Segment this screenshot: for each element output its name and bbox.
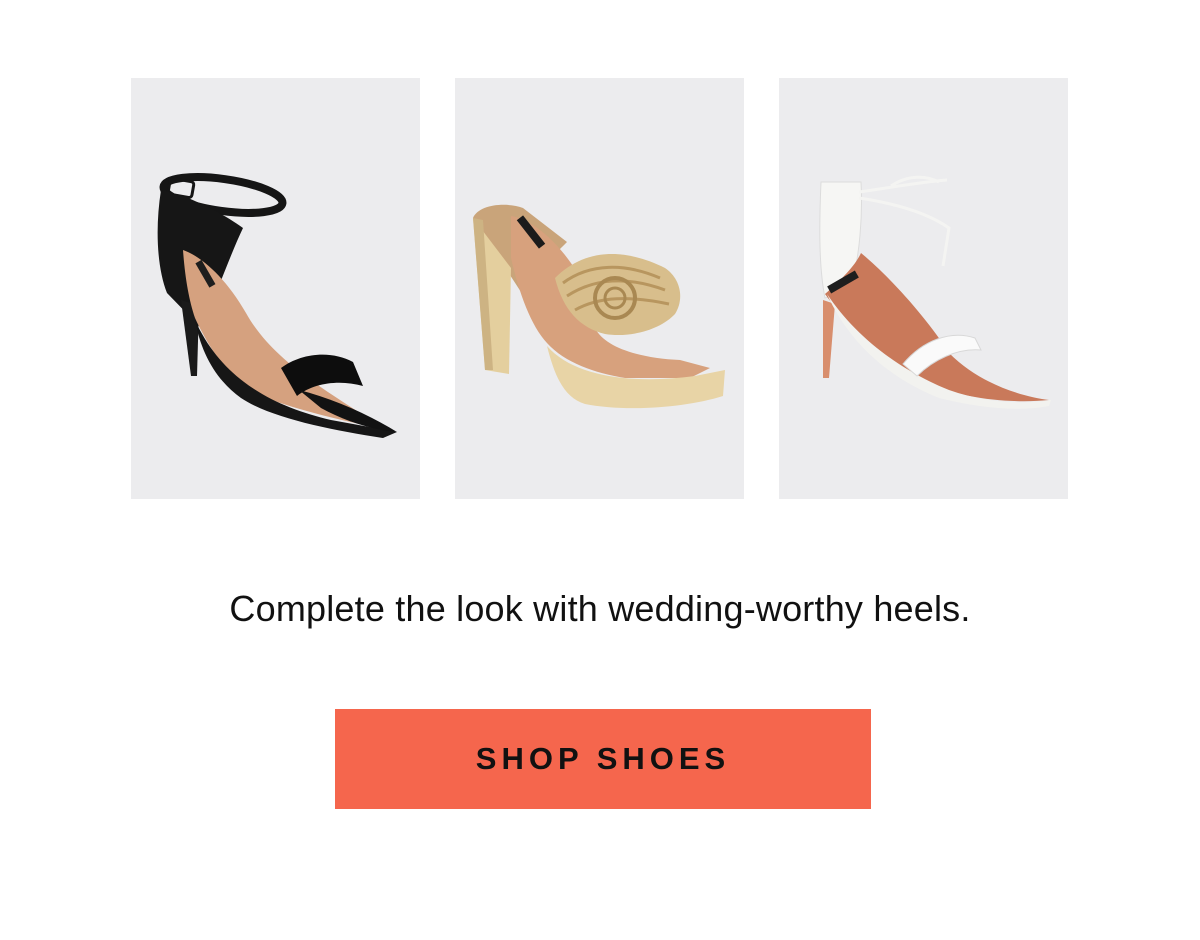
- product-image-black-heel[interactable]: [131, 78, 420, 499]
- product-grid: [131, 78, 1068, 499]
- tagline: Complete the look with wedding-worthy he…: [229, 588, 971, 629]
- white-heel-sandal-image: [819, 175, 1051, 409]
- product-image-gold-heel[interactable]: [455, 78, 744, 499]
- shop-shoes-button[interactable]: SHOP SHOES: [335, 709, 871, 809]
- gold-platform-sandal-image: [473, 204, 725, 409]
- black-heel-sandal-image: [157, 173, 397, 438]
- product-image-white-heel[interactable]: [779, 78, 1068, 499]
